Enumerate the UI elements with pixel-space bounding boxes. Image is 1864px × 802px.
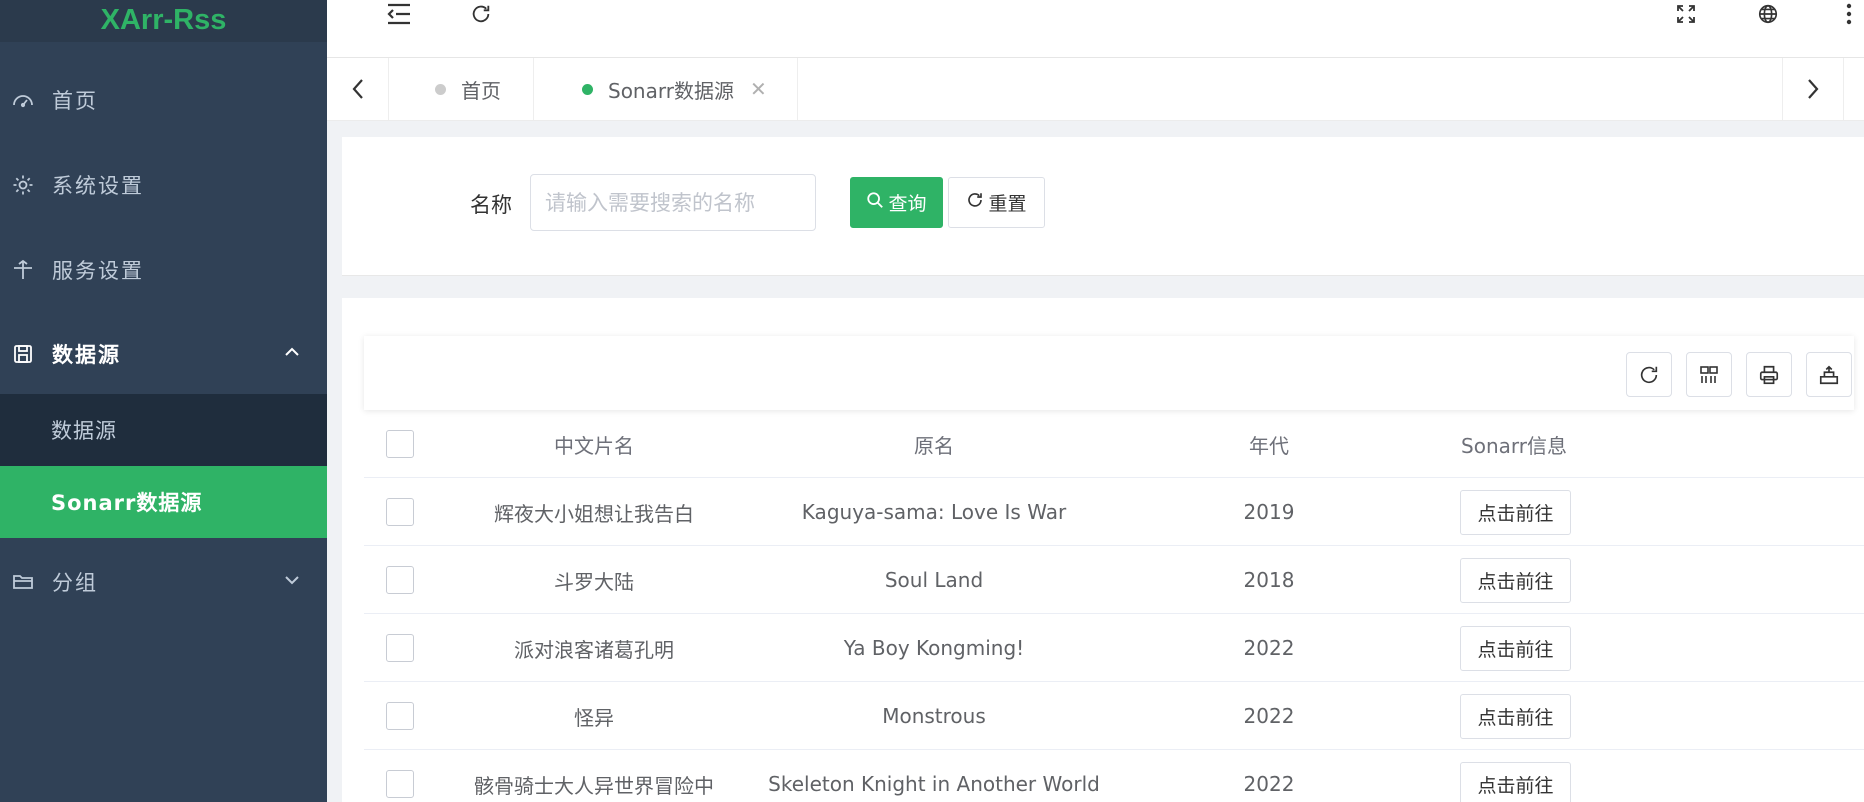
cell-chinese-title: 怪异 (574, 705, 614, 730)
tab-label: 首页 (461, 78, 501, 103)
chevron-down-icon (283, 570, 301, 594)
tag-dot (435, 83, 446, 95)
row-checkbox[interactable] (386, 566, 414, 594)
sidebar-item-label: 分组 (52, 571, 98, 595)
column-header: Sonarr信息 (1461, 433, 1567, 458)
cell-year: 2019 (1243, 500, 1295, 524)
table-row: 派对浪客诸葛孔明 Ya Boy Kongming! 2022 点击前往 (364, 614, 1864, 682)
cell-chinese-title: 辉夜大小姐想让我告白 (494, 501, 694, 526)
table-toolbar (364, 336, 1854, 410)
table-row: 怪异 Monstrous 2022 点击前往 (364, 682, 1864, 750)
goto-sonarr-button[interactable]: 点击前往 (1460, 762, 1571, 802)
columns-icon[interactable] (1686, 352, 1732, 397)
gear-icon (10, 172, 36, 198)
row-checkbox[interactable] (386, 770, 414, 798)
export-icon[interactable] (1806, 352, 1852, 397)
close-icon[interactable]: ✕ (750, 77, 767, 101)
table-header: 中文片名 原名 年代 Sonarr信息 (364, 410, 1864, 478)
cell-original-title: Soul Land (884, 568, 984, 592)
search-icon (866, 191, 884, 214)
search-panel: 名称 查询 重置 (342, 137, 1864, 276)
sidebar-item-group[interactable]: 分组 (0, 540, 327, 624)
tab-label: Sonarr数据源 (608, 78, 734, 103)
column-header: 年代 (1249, 433, 1289, 458)
row-checkbox[interactable] (386, 498, 414, 526)
sidebar-item-datasource[interactable]: 数据源 (0, 312, 327, 396)
cell-year: 2022 (1243, 772, 1295, 796)
fullscreen-icon[interactable] (1666, 0, 1706, 28)
cell-year: 2018 (1243, 568, 1295, 592)
sidebar-subitem-datasource[interactable]: 数据源 (0, 394, 327, 466)
refresh-icon (966, 191, 984, 214)
sidebar-item-label: 系统设置 (52, 174, 144, 198)
tags-view: 首页 Sonarr数据源 ✕ (327, 58, 1864, 121)
row-checkbox[interactable] (386, 634, 414, 662)
tab-home[interactable]: 首页 (389, 58, 534, 120)
sidebar-item-label: 服务设置 (52, 259, 144, 283)
dashboard-icon (10, 87, 36, 113)
chevron-up-icon (283, 342, 301, 366)
print-icon[interactable] (1746, 352, 1792, 397)
search-input[interactable] (530, 174, 816, 231)
cell-original-title: Kaguya-sama: Love Is War (801, 500, 1067, 524)
cell-chinese-title: 骸骨骑士大人异世界冒险中 (474, 773, 714, 798)
cell-year: 2022 (1243, 704, 1295, 728)
column-header: 中文片名 (554, 433, 634, 458)
goto-sonarr-button[interactable]: 点击前往 (1460, 490, 1571, 535)
sidebar-item-service-settings[interactable]: 服务设置 (0, 228, 327, 312)
app-logo: XArr-Rss (0, 0, 327, 42)
query-button[interactable]: 查询 (850, 177, 943, 228)
cell-chinese-title: 派对浪客诸葛孔明 (514, 637, 674, 662)
table-row: 斗罗大陆 Soul Land 2018 点击前往 (364, 546, 1864, 614)
column-header: 原名 (914, 433, 954, 458)
table-row: 骸骨骑士大人异世界冒险中 Skeleton Knight in Another … (364, 750, 1864, 802)
refresh-icon[interactable] (1626, 352, 1672, 397)
cell-original-title: Skeleton Knight in Another World (768, 772, 1100, 796)
language-icon[interactable] (1748, 0, 1788, 28)
reset-button-label: 重置 (988, 193, 1027, 215)
cell-year: 2022 (1243, 636, 1295, 660)
cell-original-title: Monstrous (882, 704, 986, 728)
name-label: 名称 (470, 193, 512, 217)
reset-button[interactable]: 重置 (948, 177, 1045, 228)
chevron-right-icon[interactable] (1782, 58, 1844, 120)
table-panel: 中文片名 原名 年代 Sonarr信息 辉夜大小姐想让我告白 Kaguya-sa… (342, 298, 1864, 802)
sidebar-item-home[interactable]: 首页 (0, 58, 327, 142)
query-button-label: 查询 (888, 193, 927, 215)
sidebar-item-label: 数据源 (52, 343, 121, 367)
folder-icon (10, 569, 36, 595)
sidebar-subitem-sonarr-datasource[interactable]: Sonarr数据源 (0, 466, 327, 538)
sidebar: XArr-Rss 首页 系统设置 服务设置 数据源 数据源 Sonarr数据源 (0, 0, 327, 802)
goto-sonarr-button[interactable]: 点击前往 (1460, 626, 1571, 671)
cell-original-title: Ya Boy Kongming! (843, 636, 1025, 660)
sidebar-item-system-settings[interactable]: 系统设置 (0, 143, 327, 227)
select-all-checkbox[interactable] (386, 430, 414, 458)
fold-menu-icon[interactable] (379, 0, 419, 28)
tab-sonarr-datasource[interactable]: Sonarr数据源 ✕ (534, 58, 798, 120)
chevron-left-icon[interactable] (327, 58, 389, 120)
table-row: 辉夜大小姐想让我告白 Kaguya-sama: Love Is War 2019… (364, 478, 1864, 546)
goto-sonarr-button[interactable]: 点击前往 (1460, 558, 1571, 603)
service-icon (10, 257, 36, 283)
more-icon[interactable] (1829, 0, 1864, 28)
sidebar-item-label: 首页 (52, 89, 98, 113)
save-icon (10, 341, 36, 367)
top-navbar (327, 0, 1864, 58)
cell-chinese-title: 斗罗大陆 (554, 569, 634, 594)
row-checkbox[interactable] (386, 702, 414, 730)
refresh-icon[interactable] (461, 0, 501, 28)
goto-sonarr-button[interactable]: 点击前往 (1460, 694, 1571, 739)
tag-dot (582, 83, 593, 95)
